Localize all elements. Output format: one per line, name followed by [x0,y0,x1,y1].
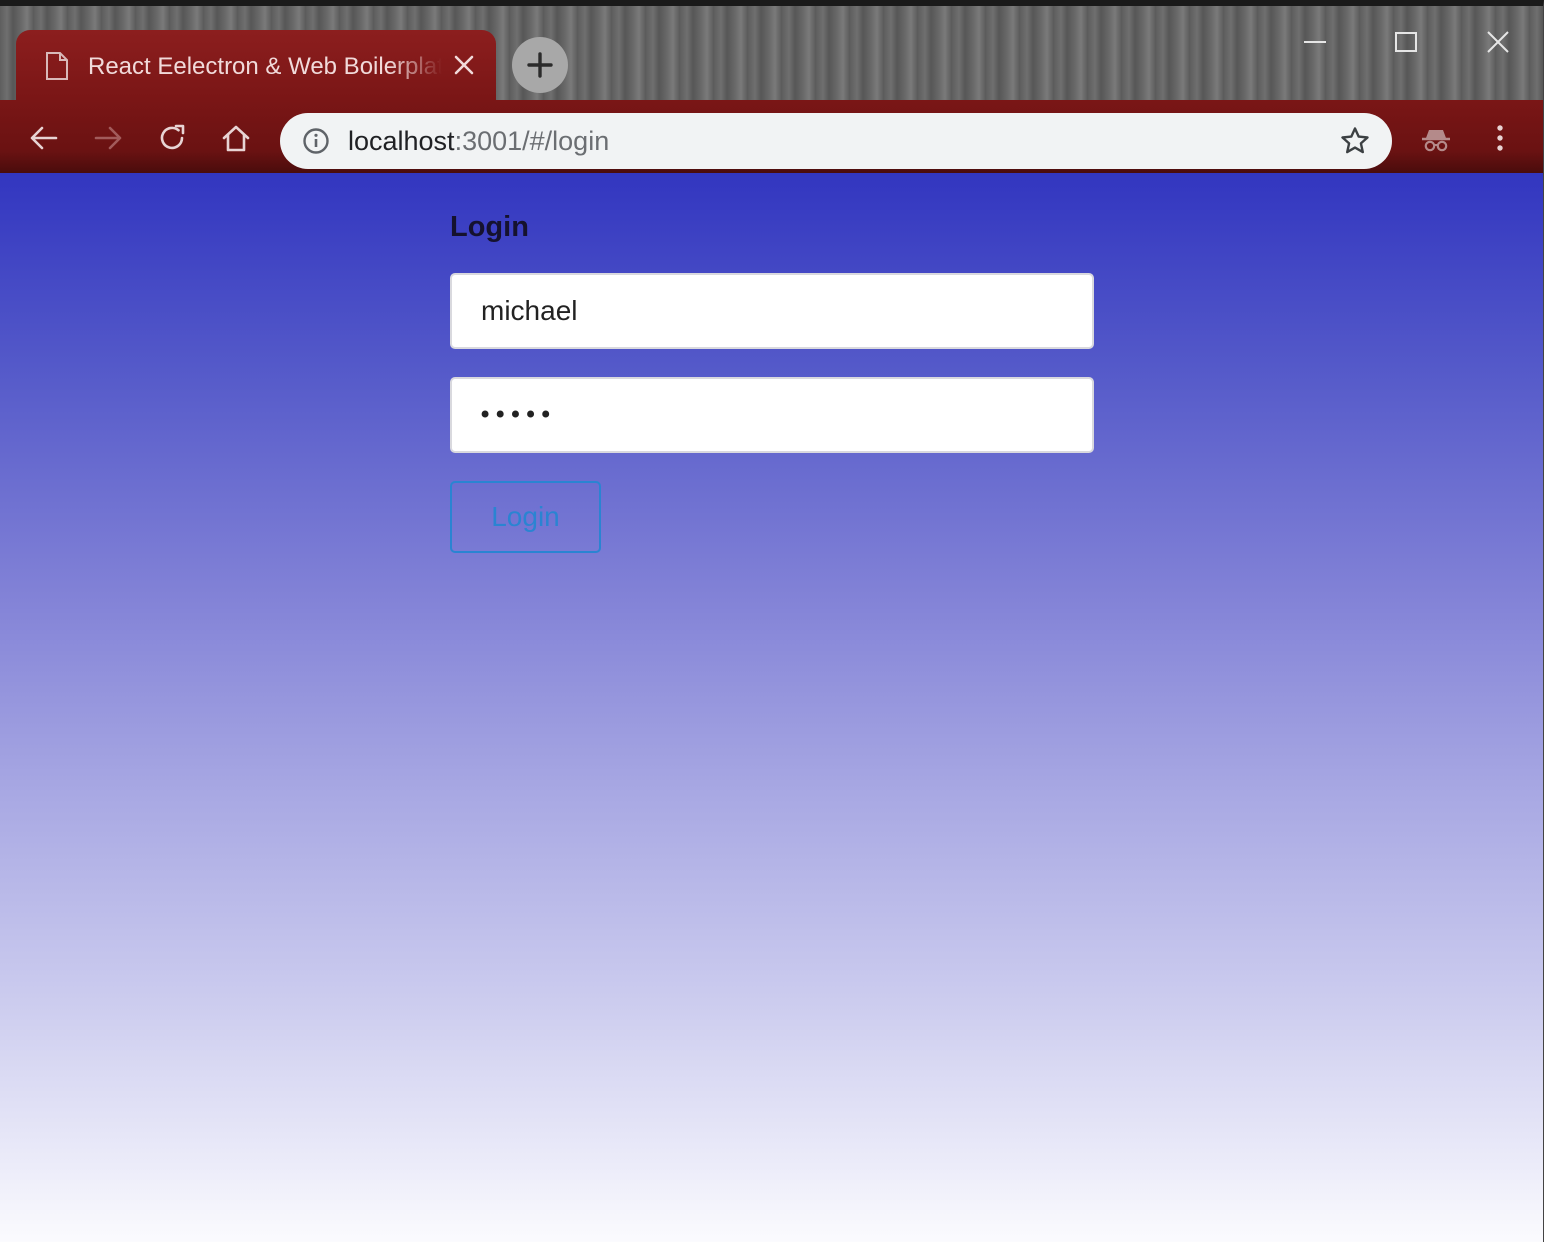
username-field[interactable] [450,273,1094,349]
tab-strip: React Eelectron & Web Boilerplate [0,6,1543,100]
password-masked-value: ••••• [478,401,554,429]
forward-arrow-icon[interactable] [92,122,124,154]
tab-title: React Eelectron & Web Boilerplate [88,53,442,80]
page-title: Login [450,211,529,243]
reload-icon[interactable] [156,122,188,154]
incognito-icon[interactable] [1420,124,1452,154]
window-close-icon[interactable] [1475,20,1521,60]
back-arrow-icon[interactable] [28,122,60,154]
maximize-icon[interactable] [1383,20,1429,60]
browser-toolbar: localhost:3001/#/login [0,100,1543,173]
info-icon[interactable] [302,127,330,155]
new-tab-button[interactable] [512,37,568,93]
star-icon[interactable] [1340,126,1370,156]
file-icon [46,52,68,80]
url-host: localhost [348,126,455,156]
url-path: :3001/#/login [454,126,610,156]
minimize-icon[interactable] [1292,20,1338,60]
login-button[interactable]: Login [450,481,601,553]
plus-icon [527,52,553,78]
page-content: Login ••••• Login [0,173,1543,1242]
address-bar[interactable]: localhost:3001/#/login [280,113,1392,169]
url-text[interactable]: localhost:3001/#/login [348,123,609,159]
active-tab[interactable]: React Eelectron & Web Boilerplate [16,30,496,100]
kebab-menu-icon[interactable] [1486,122,1514,154]
tab-close-icon[interactable] [452,53,476,77]
browser-window: React Eelectron & Web Boilerplate localh… [0,0,1544,1242]
home-icon[interactable] [220,122,252,154]
